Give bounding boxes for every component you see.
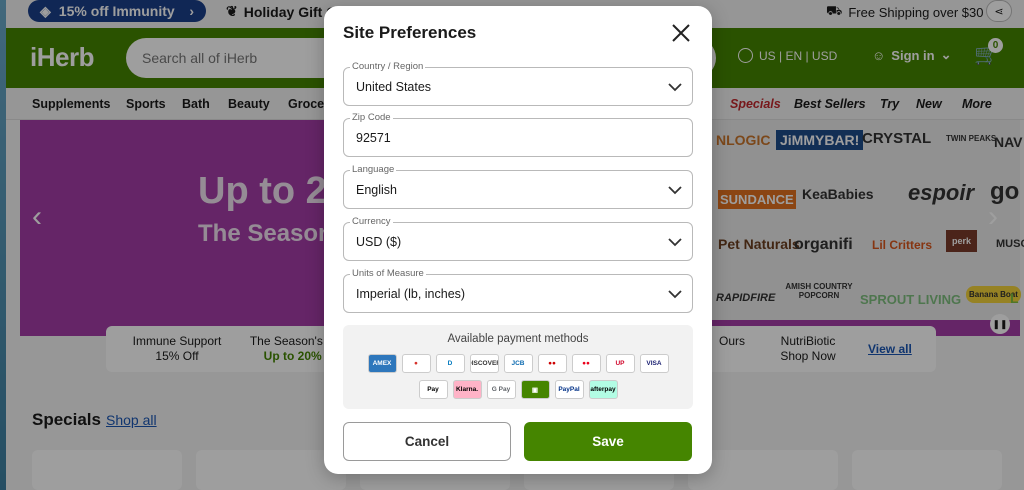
visa-icon: VISA — [639, 354, 669, 373]
payment-methods-title: Available payment methods — [447, 333, 589, 345]
bank-card-icon: ● — [401, 354, 431, 373]
field-label: Language — [350, 164, 397, 175]
apple-pay-icon: Pay — [418, 380, 448, 399]
field-label: Country / Region — [350, 61, 426, 72]
language-select[interactable]: Language English — [343, 164, 693, 209]
jcb-icon: JCB — [503, 354, 533, 373]
paypal-icon: PayPal — [554, 380, 584, 399]
chevron-down-icon — [668, 238, 682, 247]
units-of-measure-select[interactable]: Units of Measure Imperial (lb, inches) — [343, 268, 693, 313]
save-button[interactable]: Save — [524, 422, 692, 461]
unionpay-icon: UP — [605, 354, 635, 373]
klarna-icon: Klarna. — [452, 380, 482, 399]
zip-code-field[interactable]: Zip Code 92571 — [343, 112, 693, 157]
chevron-down-icon — [668, 290, 682, 299]
currency-select[interactable]: Currency USD ($) — [343, 216, 693, 261]
chevron-down-icon — [668, 83, 682, 92]
mastercard-icon: ●● — [571, 354, 601, 373]
field-label: Currency — [350, 216, 393, 227]
field-value: 92571 — [356, 131, 391, 145]
payment-icons-row: AMEX●DDISCOVERJCB●●●●UPVISA — [343, 354, 693, 373]
field-label: Zip Code — [350, 112, 393, 123]
site-preferences-dialog: Site Preferences Country / Region United… — [324, 6, 712, 474]
payment-methods-panel: Available payment methods AMEX●DDISCOVER… — [343, 325, 693, 409]
country-region-select[interactable]: Country / Region United States — [343, 61, 693, 106]
amex-icon: AMEX — [367, 354, 397, 373]
diners-club-icon: D — [435, 354, 465, 373]
afterpay-icon: afterpay — [588, 380, 618, 399]
close-icon[interactable] — [670, 22, 692, 44]
discover-icon: DISCOVER — [469, 354, 499, 373]
field-value: USD ($) — [356, 235, 402, 249]
field-value: English — [356, 183, 397, 197]
chevron-down-icon — [668, 186, 682, 195]
payment-icons-row: Pay Klarna. G Pay ▣ PayPal afterpay — [343, 380, 693, 399]
maestro-icon: ●● — [537, 354, 567, 373]
field-value: Imperial (lb, inches) — [356, 287, 466, 301]
gift-card-icon: ▣ — [520, 380, 550, 399]
google-pay-icon: G Pay — [486, 380, 516, 399]
cancel-button[interactable]: Cancel — [343, 422, 511, 461]
field-value: United States — [356, 80, 432, 94]
dialog-title: Site Preferences — [343, 23, 477, 42]
field-label: Units of Measure — [350, 268, 426, 279]
